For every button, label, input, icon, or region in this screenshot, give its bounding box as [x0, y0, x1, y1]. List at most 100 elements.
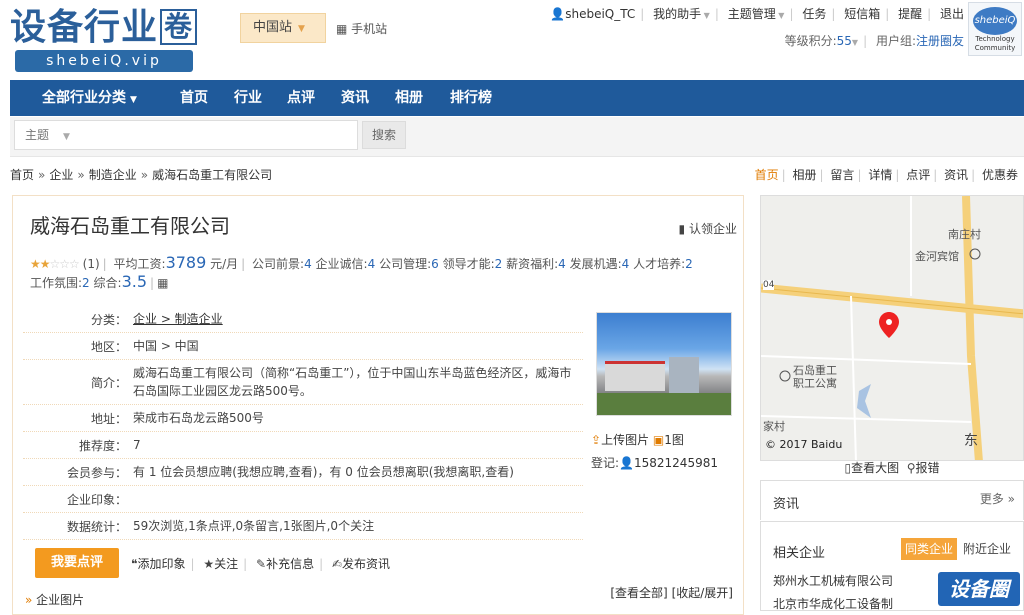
list-item[interactable]: 郑州水工机械有限公司	[773, 572, 893, 589]
inbox-link[interactable]: 短信箱	[844, 7, 880, 21]
tab-coupon[interactable]: 优惠券	[982, 168, 1018, 182]
logo-title: 设备行业卷	[10, 8, 200, 48]
chevron-down-icon: ▼	[701, 11, 710, 20]
view-all-link[interactable]: [查看全部]	[610, 586, 667, 600]
publish-news-link[interactable]: 发布资讯	[342, 557, 390, 571]
list-item[interactable]: 北京市华成化工设备制	[773, 595, 893, 612]
mobile-site-link[interactable]: ▦ 手机站	[336, 20, 387, 37]
map-label: 职工公寓	[793, 377, 837, 390]
avatar[interactable]: shebeiQ Technology Community	[968, 2, 1022, 56]
claim-company-button[interactable]: ▮ 认领企业	[679, 220, 737, 237]
upload-photo-link[interactable]: 上传图片	[601, 433, 649, 447]
tab-news[interactable]: 资讯	[944, 168, 968, 182]
company-card: 威海石岛重工有限公司 ▮ 认领企业 ★★☆☆☆ (1) | 平均工资:3789 元…	[12, 195, 744, 615]
arrow-icon: »	[25, 593, 33, 607]
user-toolbar: 👤shebeiQ_TC | 我的助手 ▼ | 主题管理 ▼ | 任务 | 短信箱 | 提醒…	[550, 7, 964, 48]
remind-link[interactable]: 提醒	[898, 7, 922, 21]
map-label: 东	[964, 433, 978, 449]
breadcrumb: 首页» 企业» 制造企业» 威海石岛重工有限公司	[10, 168, 273, 182]
registrant: 登记:👤15821245981	[591, 456, 718, 470]
search-button[interactable]: 搜索	[362, 121, 406, 149]
nav-item-home[interactable]: 首页	[180, 80, 208, 116]
breadcrumb-manufacturing[interactable]: 制造企业	[89, 168, 137, 182]
toggle-link[interactable]: [收起/展开]	[672, 586, 733, 600]
score-item: 领导才能:2	[442, 257, 503, 271]
tab-similar-companies[interactable]: 同类企业	[901, 538, 958, 560]
station-dropdown[interactable]: 中国站 ▼	[240, 13, 326, 43]
info-row-member: 会员参与：有 1 位会员想应聘(我想应聘,查看)，有 0 位会员想离职(我想离职…	[23, 459, 583, 486]
avg-salary: 3789	[165, 253, 207, 272]
breadcrumb-home[interactable]: 首页	[10, 168, 34, 182]
add-impression-link[interactable]: 添加印象	[137, 557, 185, 571]
follow-link[interactable]: 关注	[214, 557, 238, 571]
write-review-button[interactable]: 我要点评	[35, 548, 119, 578]
news-more-link[interactable]: 更多 »	[980, 490, 1015, 507]
view-controls: [查看全部] [收起/展开]	[610, 584, 733, 601]
tab-message[interactable]: 留言	[830, 168, 854, 182]
tab-review[interactable]: 点评	[906, 168, 930, 182]
breadcrumb-current[interactable]: 威海石岛重工有限公司	[152, 168, 272, 182]
score-item: 公司前景:4	[252, 257, 312, 271]
category-link[interactable]: 企业 > 制造企业	[133, 312, 223, 326]
action-bar: 我要点评 ❝添加印象 | ★关注 | ✎补充信息 | ✍发布资讯	[35, 548, 735, 578]
view-large-map-link[interactable]: 查看大图	[851, 461, 899, 475]
score-item: 工作氛围:2	[30, 276, 90, 290]
tab-detail[interactable]: 详情	[868, 168, 892, 182]
topic-manage-menu[interactable]: 主题管理	[728, 7, 776, 21]
tab-album[interactable]: 相册	[793, 168, 817, 182]
nav-item-industry[interactable]: 行业	[234, 80, 262, 116]
map-label: 04	[763, 280, 775, 290]
upload-icon: ⇪	[591, 433, 602, 447]
nav-item-news[interactable]: 资讯	[341, 80, 369, 116]
location-map[interactable]: 南庄村 金河宾馆 石岛重工 职工公寓 家村 东 04 © 2017 Baidu	[760, 195, 1024, 461]
helper-menu[interactable]: 我的助手	[653, 7, 701, 21]
report-error-link[interactable]: 报错	[916, 461, 940, 475]
overall-score: 3.5	[121, 272, 148, 291]
points-link[interactable]: 55	[837, 34, 852, 48]
mouse-icon: ▮	[678, 222, 686, 236]
score-item: 发展机遇:4	[569, 257, 630, 271]
company-photo[interactable]	[596, 312, 732, 416]
logo-url: shebeiQ.vip	[15, 50, 193, 72]
caret-down-icon: ▼	[130, 95, 137, 105]
map-copyright: © 2017 Baidu	[765, 438, 843, 451]
info-row-category: 分类： 企业 > 制造企业	[23, 306, 583, 333]
score-item: 人才培养:2	[633, 257, 693, 271]
chevron-down-icon: ▼	[63, 132, 70, 142]
search-input[interactable]: 主题 ▼	[14, 120, 358, 150]
logout-link[interactable]: 退出	[940, 7, 964, 21]
nav-item-ranking[interactable]: 排行榜	[450, 80, 492, 116]
company-info: 分类： 企业 > 制造企业 地区： 中国 > 中国 简介： 威海石岛重工有限公司（简称…	[23, 306, 583, 540]
tab-home[interactable]: 首页	[755, 168, 779, 182]
info-row-stats: 数据统计： 59次浏览,1条点评,0条留言,1张图片,0个关注	[23, 513, 583, 540]
star-icon: ★	[203, 557, 215, 571]
map-label: 家村	[763, 420, 785, 433]
all-categories-menu[interactable]: 全部行业分类 ▼	[42, 80, 137, 118]
user-group-link[interactable]: 注册圈友	[916, 34, 964, 48]
registrant-link[interactable]: 15821245981	[634, 456, 718, 470]
info-row-address: 地址： 荣成市石岛龙云路500号	[23, 405, 583, 432]
username-link[interactable]: shebeiQ_TC	[565, 7, 635, 21]
tab-nearby-companies[interactable]: 附近企业	[963, 540, 1011, 557]
floating-logo[interactable]: 设备圈	[938, 572, 1020, 606]
user-icon: 👤	[619, 456, 634, 470]
qr-icon: ▦	[336, 22, 348, 36]
chevron-down-icon: ▼	[298, 24, 305, 34]
photo-actions: ⇪上传图片 ▣1图	[591, 431, 684, 448]
star-rating: ★★☆☆☆	[30, 257, 80, 271]
info-row-region: 地区： 中国 > 中国	[23, 333, 583, 360]
search-bar: 主题 ▼ 搜索	[10, 117, 1024, 157]
news-panel: 资讯 更多 »	[760, 480, 1024, 520]
site-logo[interactable]: 设备行业卷 shebeiQ.vip	[10, 8, 200, 74]
nav-item-review[interactable]: 点评	[287, 80, 315, 116]
task-link[interactable]: 任务	[802, 7, 826, 21]
nav-item-album[interactable]: 相册	[395, 80, 423, 116]
supplement-link[interactable]: 补充信息	[266, 557, 314, 571]
score-item: 公司管理:6	[379, 257, 439, 271]
photo-count-link[interactable]: 1图	[664, 433, 684, 447]
breadcrumb-enterprise[interactable]: 企业	[49, 168, 73, 182]
qr-icon[interactable]: ▦	[157, 276, 168, 290]
company-title: 威海石岛重工有限公司	[30, 214, 230, 238]
info-row-recommend: 推荐度： 7	[23, 432, 583, 459]
info-row-intro: 简介： 威海石岛重工有限公司（简称“石岛重工”），位于中国山东半岛蓝色经济区，威海…	[23, 360, 583, 405]
